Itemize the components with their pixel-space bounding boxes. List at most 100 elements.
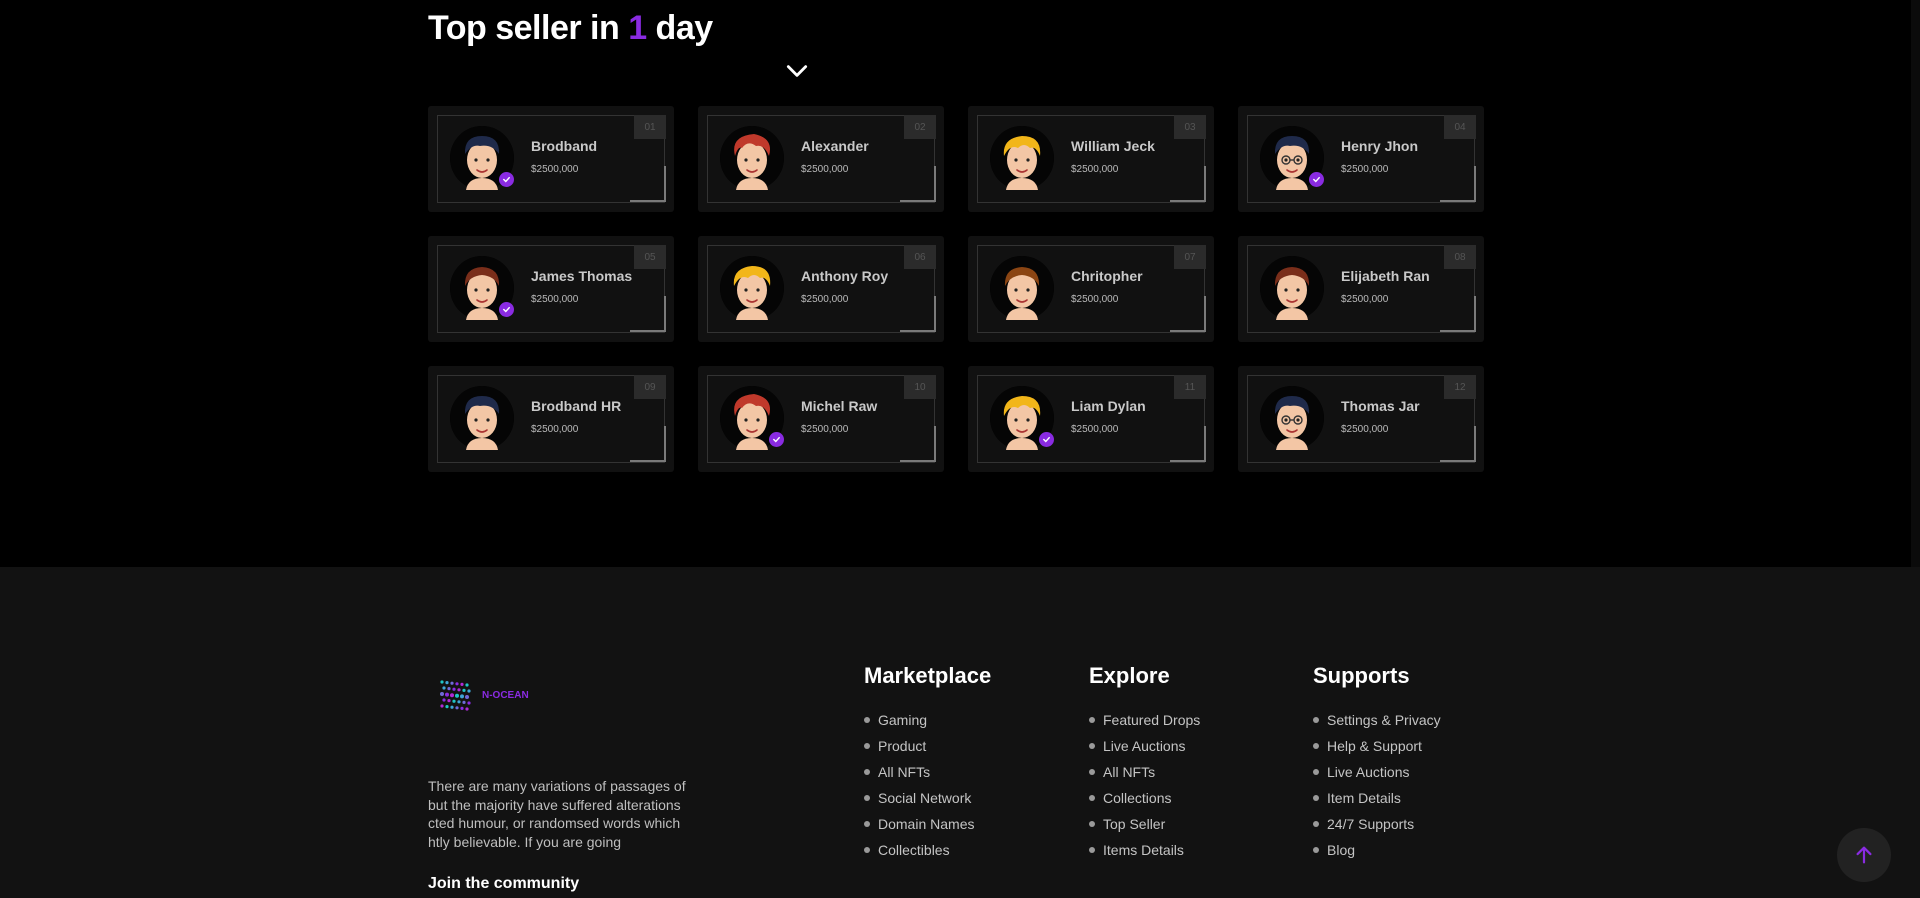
site-logo[interactable]: N-OCEAN [436, 677, 529, 713]
footer-link[interactable]: Product [864, 733, 991, 759]
seller-name[interactable]: Anthony Roy [801, 268, 888, 284]
chevron-down-icon[interactable] [731, 15, 808, 77]
seller-rank: 01 [634, 115, 666, 139]
footer-link-label[interactable]: Blog [1327, 837, 1355, 863]
card-corner-decoration [630, 166, 666, 202]
footer-link[interactable]: Items Details [1089, 837, 1200, 863]
seller-card[interactable]: 12 Thomas Jar $2500,000 [1238, 366, 1484, 472]
footer-link-label[interactable]: Top Seller [1103, 811, 1165, 837]
footer-link-label[interactable]: Social Network [878, 785, 971, 811]
scroll-to-top-button[interactable] [1837, 828, 1891, 882]
footer-link[interactable]: Settings & Privacy [1313, 707, 1441, 733]
seller-name[interactable]: Henry Jhon [1341, 138, 1418, 154]
footer-link[interactable]: 24/7 Supports [1313, 811, 1441, 837]
seller-rank: 05 [634, 245, 666, 269]
footer-link[interactable]: Collectibles [864, 837, 991, 863]
heading-days-highlight: 1 [628, 8, 647, 47]
footer-link-label[interactable]: Item Details [1327, 785, 1401, 811]
bullet-icon [864, 717, 870, 723]
card-corner-decoration [1170, 166, 1206, 202]
footer-link[interactable]: Gaming [864, 707, 991, 733]
seller-price: $2500,000 [1341, 294, 1389, 305]
footer-link-label[interactable]: Collectibles [878, 837, 950, 863]
seller-name[interactable]: James Thomas [531, 268, 632, 284]
bullet-icon [864, 743, 870, 749]
footer-link[interactable]: Item Details [1313, 785, 1441, 811]
avatar[interactable] [1260, 386, 1324, 450]
footer-link[interactable]: Featured Drops [1089, 707, 1200, 733]
footer-link[interactable]: Domain Names [864, 811, 991, 837]
bullet-icon [1089, 769, 1095, 775]
seller-card[interactable]: 09 Brodband HR $2500,000 [428, 366, 674, 472]
bullet-icon [1089, 717, 1095, 723]
footer-link-label[interactable]: All NFTs [878, 759, 930, 785]
seller-name[interactable]: Thomas Jar [1341, 398, 1420, 414]
bullet-icon [1313, 795, 1319, 801]
seller-price: $2500,000 [801, 424, 849, 435]
seller-rank: 10 [904, 375, 936, 399]
avatar[interactable] [990, 126, 1054, 190]
seller-card[interactable]: 03 William Jeck $2500,000 [968, 106, 1214, 212]
bullet-icon [1089, 795, 1095, 801]
seller-card[interactable]: 06 Anthony Roy $2500,000 [698, 236, 944, 342]
avatar[interactable] [1260, 256, 1324, 320]
footer-link-label[interactable]: Settings & Privacy [1327, 707, 1441, 733]
card-corner-decoration [1440, 166, 1476, 202]
footer-link[interactable]: Live Auctions [1313, 759, 1441, 785]
footer-link[interactable]: Blog [1313, 837, 1441, 863]
seller-name[interactable]: Alexander [801, 138, 869, 154]
seller-card[interactable]: 02 Alexander $2500,000 [698, 106, 944, 212]
footer-link-label[interactable]: Gaming [878, 707, 927, 733]
seller-card[interactable]: 04 Henry Jhon $2500,000 [1238, 106, 1484, 212]
footer-link-label[interactable]: Product [878, 733, 926, 759]
seller-card[interactable]: 05 James Thomas $2500,000 [428, 236, 674, 342]
avatar[interactable] [990, 256, 1054, 320]
seller-card[interactable]: 07 Chritopher $2500,000 [968, 236, 1214, 342]
footer-link[interactable]: Social Network [864, 785, 991, 811]
footer-link[interactable]: All NFTs [1089, 759, 1200, 785]
top-seller-section: Top seller in 1 day 01 Brodband $2500,00… [0, 0, 1920, 567]
seller-name[interactable]: Brodband [531, 138, 597, 154]
seller-grid: 01 Brodband $2500,000 02 Alexander $2500… [428, 106, 1484, 472]
seller-name[interactable]: Michel Raw [801, 398, 877, 414]
seller-rank: 12 [1444, 375, 1476, 399]
card-corner-decoration [900, 296, 936, 332]
seller-card[interactable]: 08 Elijabeth Ran $2500,000 [1238, 236, 1484, 342]
seller-card[interactable]: 11 Liam Dylan $2500,000 [968, 366, 1214, 472]
footer-link-label[interactable]: Items Details [1103, 837, 1184, 863]
footer-link-label[interactable]: Help & Support [1327, 733, 1422, 759]
seller-name[interactable]: Elijabeth Ran [1341, 268, 1430, 284]
footer-link[interactable]: Top Seller [1089, 811, 1200, 837]
card-corner-decoration [900, 426, 936, 462]
verified-check-icon [499, 172, 514, 187]
avatar[interactable] [720, 256, 784, 320]
seller-rank: 11 [1174, 375, 1206, 399]
seller-price: $2500,000 [801, 164, 849, 175]
avatar[interactable] [720, 126, 784, 190]
footer-link[interactable]: Help & Support [1313, 733, 1441, 759]
bullet-icon [1313, 847, 1319, 853]
footer-link[interactable]: Collections [1089, 785, 1200, 811]
seller-name[interactable]: Brodband HR [531, 398, 621, 414]
footer-link[interactable]: All NFTs [864, 759, 991, 785]
seller-name[interactable]: William Jeck [1071, 138, 1155, 154]
footer-link-label[interactable]: Live Auctions [1327, 759, 1410, 785]
card-corner-decoration [900, 166, 936, 202]
card-corner-decoration [630, 426, 666, 462]
verified-check-icon [499, 302, 514, 317]
footer-link-label[interactable]: All NFTs [1103, 759, 1155, 785]
seller-rank: 02 [904, 115, 936, 139]
column-title: Marketplace [864, 663, 992, 688]
seller-card[interactable]: 01 Brodband $2500,000 [428, 106, 674, 212]
footer-link-label[interactable]: Featured Drops [1103, 707, 1200, 733]
logo-text: N-OCEAN [482, 689, 529, 701]
footer-link-label[interactable]: Domain Names [878, 811, 974, 837]
seller-card[interactable]: 10 Michel Raw $2500,000 [698, 366, 944, 472]
seller-name[interactable]: Chritopher [1071, 268, 1143, 284]
footer-link-label[interactable]: 24/7 Supports [1327, 811, 1414, 837]
avatar[interactable] [450, 386, 514, 450]
footer-link-label[interactable]: Live Auctions [1103, 733, 1186, 759]
seller-name[interactable]: Liam Dylan [1071, 398, 1146, 414]
footer-link[interactable]: Live Auctions [1089, 733, 1200, 759]
footer-link-label[interactable]: Collections [1103, 785, 1171, 811]
